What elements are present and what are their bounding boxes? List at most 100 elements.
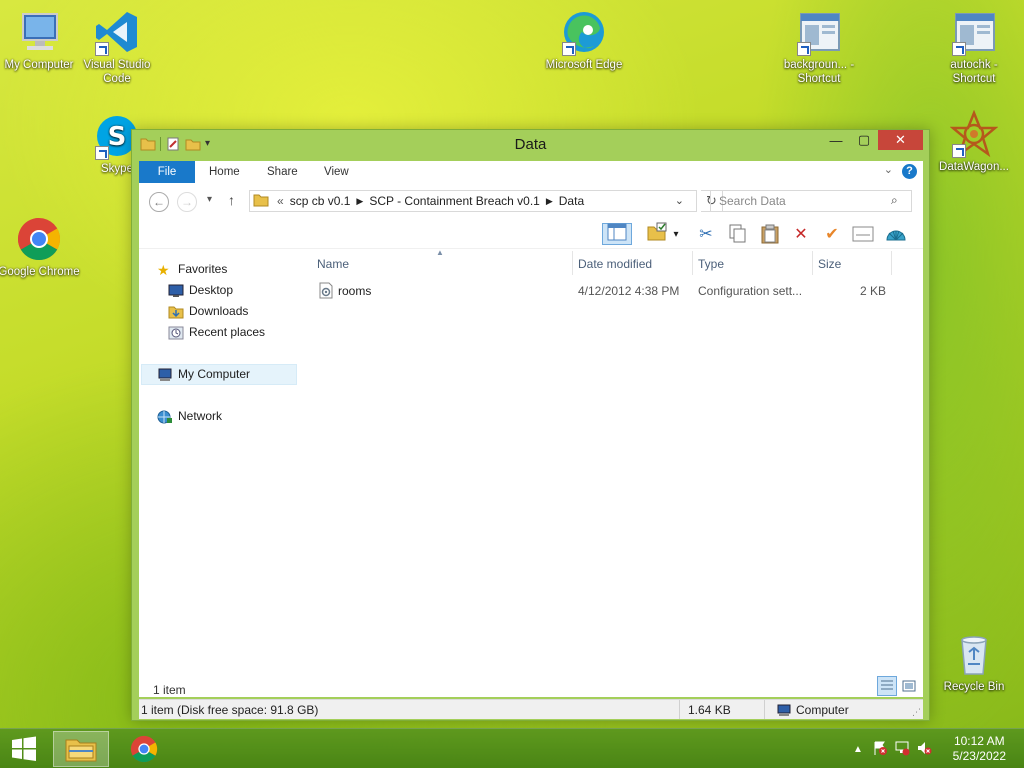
forward-button[interactable]: → (177, 192, 197, 212)
taskbar-file-explorer[interactable] (53, 731, 109, 767)
downloads-icon (168, 305, 184, 319)
address-segment[interactable]: SCP - Containment Breach v0.1 (369, 194, 540, 208)
recent-locations-button[interactable]: ▾ (207, 194, 212, 205)
desktop-icon-label: My Computer (4, 59, 74, 71)
tab-home[interactable]: Home (209, 161, 240, 183)
explorer-window: ▾ Data — ▢ ✕ File Home Share View ⌄ ? ← … (131, 129, 930, 721)
column-header-name[interactable]: Name (317, 257, 349, 271)
column-separator[interactable] (812, 251, 813, 275)
file-type: Configuration sett... (698, 284, 803, 298)
search-input[interactable]: Search Data (710, 190, 912, 212)
nav-desktop[interactable]: Desktop (168, 280, 233, 301)
tab-view[interactable]: View (324, 161, 349, 183)
status-separator (764, 700, 765, 719)
column-header-type[interactable]: Type (698, 257, 724, 271)
shortcut-arrow-icon (952, 42, 966, 56)
nav-my-computer[interactable]: My Computer (141, 364, 297, 385)
breadcrumb-separator-icon[interactable]: ▶ (546, 196, 553, 207)
desktop-icon-label: Google Chrome (0, 266, 80, 278)
close-button[interactable]: ✕ (878, 130, 923, 150)
resize-grip-icon[interactable]: ⋰ (912, 707, 921, 718)
desktop-icon-recycle-bin[interactable]: Recycle Bin (932, 630, 1016, 694)
nav-recent-places[interactable]: Recent places (168, 322, 265, 343)
properties-button[interactable] (851, 223, 875, 245)
tab-file[interactable]: File (139, 161, 195, 183)
desktop-icon-microsoft-edge[interactable]: Microsoft Edge (542, 8, 626, 72)
help-icon[interactable]: ? (902, 164, 917, 179)
up-button[interactable]: ↑ (228, 192, 235, 208)
delete-icon[interactable]: ✕ (789, 223, 813, 245)
column-separator[interactable] (692, 251, 693, 275)
ribbon-tabs: File Home Share View ⌄ ? (139, 161, 923, 183)
address-segment[interactable]: Data (559, 194, 584, 208)
open-button[interactable] (645, 222, 669, 245)
column-header-size[interactable]: Size (818, 257, 841, 271)
file-explorer-icon (65, 739, 97, 762)
computer-icon (776, 704, 792, 720)
computer-icon (15, 8, 63, 56)
chevron-down-icon: ▾ (207, 194, 213, 205)
taskbar-google-chrome[interactable] (120, 731, 168, 767)
network-status-icon[interactable] (894, 740, 916, 759)
cut-icon[interactable]: ✂ (694, 223, 718, 245)
nav-label: Network (178, 409, 223, 423)
table-row[interactable]: rooms 4/12/2012 4:38 PM Configuration se… (309, 277, 899, 303)
column-separator[interactable] (891, 251, 892, 275)
ribbon-expand-icon[interactable]: ⌄ (884, 163, 893, 176)
nav-label: Desktop (189, 283, 234, 297)
address-overflow[interactable]: « (277, 194, 284, 208)
desktop-icon-label: Microsoft Edge (545, 59, 623, 71)
clock-time: 10:12 AM (953, 734, 1005, 748)
title-bar[interactable]: ▾ Data — ▢ ✕ (132, 130, 929, 160)
column-separator[interactable] (572, 251, 573, 275)
window-app-icon (795, 8, 843, 56)
file-date: 4/12/2012 4:38 PM (578, 284, 680, 298)
desktop-icon-datawagon[interactable]: DataWagon... (932, 109, 1016, 174)
maximize-button[interactable]: ▢ (850, 130, 878, 150)
desktop-icon-my-computer[interactable]: My Computer (0, 8, 81, 72)
nav-network[interactable]: Network (157, 406, 222, 427)
address-bar[interactable]: « scp cb v0.1 ▶ SCP - Containment Breach… (249, 190, 697, 212)
back-button[interactable]: ← (149, 192, 169, 212)
large-icons-view-button[interactable] (900, 677, 918, 695)
recycle-bin-icon (950, 630, 998, 678)
volume-muted-icon[interactable] (916, 740, 938, 759)
tab-share[interactable]: Share (267, 161, 298, 183)
address-dropdown-icon[interactable]: ⌄ (675, 194, 684, 207)
copy-icon[interactable] (726, 223, 750, 245)
nav-label: Downloads (189, 304, 249, 318)
desktop-icon-autochk-shortcut[interactable]: autochk - Shortcut (932, 8, 1016, 86)
command-toolbar: ▾ ✂ ✕ ✔ (139, 219, 923, 249)
desktop-icon-google-chrome[interactable]: Google Chrome (0, 215, 81, 279)
desktop-icon-background-shortcut[interactable]: backgroun... - Shortcut (777, 8, 861, 86)
show-hidden-icons-icon[interactable]: ▲ (850, 744, 866, 755)
folder-icon (253, 193, 269, 210)
minimize-button[interactable]: — (822, 130, 850, 150)
file-list: ▲ Name Date modified Type Size rooms 4/1… (309, 248, 923, 681)
address-segment[interactable]: scp cb v0.1 (290, 194, 351, 208)
nav-favorites[interactable]: ★ Favorites (157, 259, 227, 280)
paste-icon[interactable] (758, 223, 782, 245)
action-center-flag-icon[interactable] (872, 740, 894, 759)
clock-date: 5/23/2022 (952, 749, 1006, 763)
search-icon[interactable]: ⌕ (891, 193, 898, 208)
details-view-button[interactable] (877, 676, 897, 696)
close-icon: ✕ (895, 132, 906, 147)
system-tray: ▲ (850, 729, 938, 768)
open-dropdown-icon[interactable]: ▾ (670, 223, 682, 245)
shell-icon[interactable] (884, 223, 908, 245)
shortcut-arrow-icon (95, 146, 109, 160)
nav-downloads[interactable]: Downloads (168, 301, 248, 322)
breadcrumb-separator-icon[interactable]: ▶ (356, 196, 363, 207)
preview-pane-button[interactable] (602, 223, 632, 245)
nav-label: My Computer (178, 367, 251, 381)
column-header-date-modified[interactable]: Date modified (578, 257, 652, 271)
desktop-icon-vscode[interactable]: Visual Studio Code (75, 8, 159, 86)
taskbar-clock[interactable]: 10:12 AM 5/23/2022 (953, 734, 1006, 764)
start-button[interactable] (4, 731, 44, 767)
status-separator (679, 700, 680, 719)
pane-layout-icon (607, 223, 627, 246)
window-controls: — ▢ ✕ (822, 130, 923, 150)
rename-check-icon[interactable]: ✔ (820, 223, 844, 245)
desktop-icon-label: Recycle Bin (943, 681, 1005, 693)
